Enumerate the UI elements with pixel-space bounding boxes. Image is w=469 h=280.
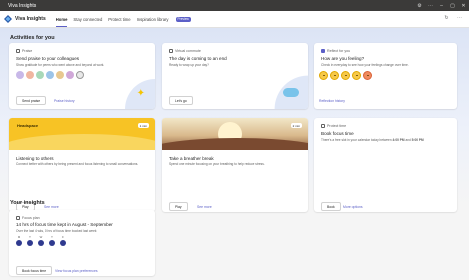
tab-protect-time[interactable]: Protect time [108,17,130,22]
breather-banner: 2 min [162,118,308,150]
refresh-icon[interactable]: ↻ [443,15,450,22]
activities-heading: Activities for you [10,35,55,41]
add-recipient-icon[interactable] [76,71,84,79]
praise-label: Praise [16,49,32,53]
day-label: M [17,235,21,239]
focus-day-dot [49,240,55,246]
emoji-great-icon[interactable] [319,71,328,80]
praise-card: Praise Send praise to your colleagues Sh… [9,43,155,109]
virtual-commute-title: The day is coming to an end [169,56,227,61]
book-button[interactable]: Book [321,202,341,211]
more-icon[interactable]: ⋯ [425,3,436,9]
calendar-icon [321,124,325,128]
see-more-link[interactable]: See more [197,205,212,209]
see-more-link[interactable]: See more [44,205,59,209]
viva-insights-logo-icon [4,15,12,23]
avatar[interactable] [56,71,64,79]
free-slot-text: There's a free slot in your calendar tod… [321,138,424,142]
focus-day-dot [16,240,22,246]
main-content: Activities for you Praise Send praise to… [0,28,469,280]
focus-icon [16,216,20,220]
day-label: T [29,235,31,239]
virtual-commute-label: Virtual commute [169,49,201,53]
avatar[interactable] [26,71,34,79]
focus-plan-label: Focus plan [16,216,40,220]
window-titlebar: Viva Insights ⚙ ⋯ – ▢ ✕ [0,0,469,11]
more-options-link[interactable]: More options [343,205,363,209]
window-title: Viva Insights [8,2,37,9]
breather-subtitle: Spend one minute focusing on your breath… [169,162,265,166]
praise-subtitle: Show gratitude for peers who went above … [16,63,105,67]
breather-title: Take a breather break [169,156,214,161]
avatar[interactable] [36,71,44,79]
tab-inspiration-library[interactable]: Inspiration library [137,17,169,22]
insights-heading: Your insights [10,200,45,206]
more-options-icon[interactable]: ⋯ [456,15,463,22]
close-icon[interactable]: ✕ [458,3,469,9]
headspace-logo: Headspace [17,123,39,128]
headspace-card: Headspace 1 min Listening to others Conn… [9,118,155,212]
focus-day-dot [38,240,44,246]
reflect-title: How are you feeling? [321,56,365,61]
focus-day-dot [60,240,66,246]
reflect-subtitle: Check in everyday to see how your feelin… [321,63,409,67]
app-header: Viva Insights Home Stay connected Protec… [0,11,469,28]
maximize-icon[interactable]: ▢ [447,3,458,9]
virtual-commute-subtitle: Ready to wrap up your day? [169,63,209,67]
focus-plan-title: 14 hrs of focus time kept in August - Se… [16,222,113,227]
focus-plan-subtitle: Over the last 4 wks, 0 hrs of focus time… [16,229,97,233]
lets-go-button[interactable]: Let's go [169,96,193,105]
focus-plan-card: Focus plan 14 hrs of focus time kept in … [9,210,155,276]
duration-badge: 1 min [137,123,149,128]
emoji-bad-icon[interactable] [363,71,372,80]
tab-home[interactable]: Home [55,17,67,27]
virtual-commute-card: Virtual commute The day is coming to an … [162,43,308,109]
minimize-icon[interactable]: – [436,3,447,9]
reflect-icon [321,49,325,53]
emoji-not-great-icon[interactable] [352,71,361,80]
book-focus-time-button[interactable]: Book focus time [16,266,53,275]
headspace-title: Listening to others [16,156,54,161]
tab-stay-connected[interactable]: Stay connected [73,17,102,22]
headspace-subtitle: Connect better with others by being pres… [16,162,139,166]
send-praise-button[interactable]: Send praise [16,96,47,105]
reflection-history-link[interactable]: Reflection history [319,99,345,103]
cloud-icon [283,88,299,97]
avatar[interactable] [46,71,54,79]
day-label: W [39,235,43,239]
avatar[interactable] [16,71,24,79]
commute-icon [169,49,173,53]
app-name: Viva Insights [15,16,46,22]
praise-title: Send praise to your colleagues [16,56,80,61]
breather-card: 2 min Take a breather break Spend one mi… [162,118,308,212]
day-label: F [62,235,64,239]
preview-badge: Preview [175,16,191,22]
sparkle-icon: ✦ [136,88,145,99]
focus-plan-preferences-link[interactable]: View focus plan preferences [55,269,98,273]
reflect-label: Reflect for you [321,49,350,53]
praise-icon [16,49,20,53]
praise-history-link[interactable]: Praise history [54,99,75,103]
reflect-card: Reflect for you How are you feeling? Che… [314,43,457,109]
avatar[interactable] [66,71,74,79]
day-label: T [51,235,53,239]
duration-badge: 2 min [290,123,302,128]
play-button[interactable]: Play [169,202,188,211]
emoji-okay-icon[interactable] [341,71,350,80]
protect-time-card: Protect time Book focus time There's a f… [314,118,457,212]
focus-day-dot [27,240,33,246]
book-focus-time-title: Book focus time [321,131,354,136]
emoji-good-icon[interactable] [330,71,339,80]
settings-icon[interactable]: ⚙ [414,3,425,9]
headspace-banner: Headspace 1 min [9,118,155,150]
protect-time-label: Protect time [321,124,346,128]
